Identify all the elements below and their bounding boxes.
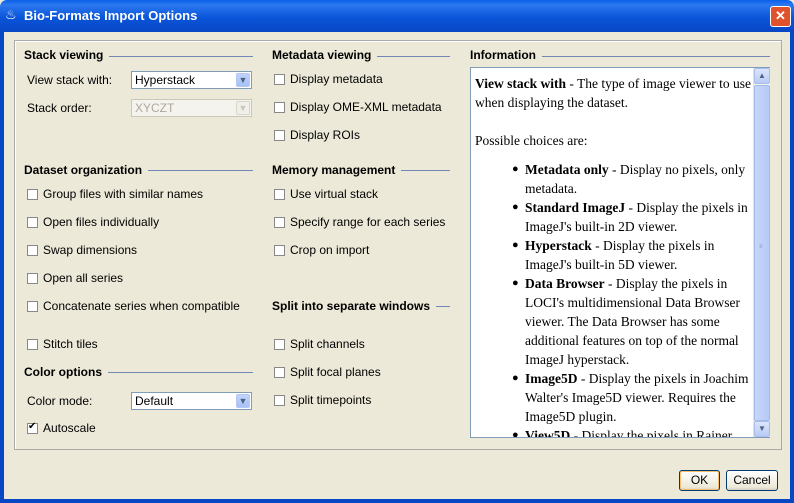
checkbox-box[interactable] (27, 188, 38, 200)
java-app-icon: ♨ (5, 7, 17, 22)
checkbox-box[interactable] (274, 188, 285, 200)
checkbox-group-files[interactable]: Group files with similar names (27, 187, 203, 201)
checkbox-label: Display OME-XML metadata (290, 100, 442, 114)
choice-name: Data Browser (525, 276, 605, 291)
checkbox-box[interactable] (274, 129, 285, 141)
scroll-down-icon[interactable]: ▼ (754, 421, 770, 437)
checkbox-split-channels[interactable]: Split channels (274, 337, 365, 351)
stack-order-value: XYCZT (135, 101, 175, 115)
checkbox-open-individually[interactable]: Open files individually (27, 215, 159, 229)
color-options-title: Color options (24, 365, 108, 379)
checkbox-box[interactable] (274, 366, 285, 378)
info-heading: View stack with (475, 76, 566, 91)
list-item: Metadata only - Display no pixels, only … (512, 160, 753, 198)
choice-name: Hyperstack (525, 238, 592, 253)
chevron-down-icon: ▼ (236, 394, 250, 408)
checkbox-box[interactable] (27, 338, 38, 350)
checkbox-box[interactable] (274, 338, 285, 350)
checkbox-label: Display metadata (290, 72, 383, 86)
checkbox-label: Concatenate series when compatible (43, 299, 240, 313)
checkbox-autoscale[interactable]: Autoscale (27, 421, 96, 435)
list-item: Standard ImageJ - Display the pixels in … (512, 198, 753, 236)
information-scrollbar[interactable]: ▲ ≡ ▼ (753, 68, 770, 437)
memory-title: Memory management (272, 163, 402, 177)
checkbox-swap-dimensions[interactable]: Swap dimensions (27, 243, 137, 257)
checkbox-concatenate-series[interactable]: Concatenate series when compatible (27, 299, 240, 313)
choice-name: View5D (525, 428, 571, 438)
chevron-down-icon: ▼ (236, 73, 250, 87)
scroll-up-icon[interactable]: ▲ (754, 68, 770, 84)
checkbox-display-metadata[interactable]: Display metadata (274, 72, 383, 86)
list-item: Data Browser - Display the pixels in LOC… (512, 274, 753, 369)
checkbox-box[interactable] (274, 394, 285, 406)
list-item: Image5D - Display the pixels in Joachim … (512, 369, 753, 426)
checkbox-label: Swap dimensions (43, 243, 138, 257)
window-frame-bottom (0, 499, 794, 503)
checkbox-label: Display ROIs (290, 128, 361, 142)
view-stack-label: View stack with: (27, 73, 113, 87)
checkbox-virtual-stack[interactable]: Use virtual stack (274, 187, 378, 201)
scrollbar-thumb[interactable]: ≡ (754, 85, 770, 421)
info-choices-list: Metadata only - Display no pixels, only … (475, 160, 753, 438)
checkbox-label: Specify range for each series (290, 215, 446, 229)
cancel-button[interactable]: Cancel (726, 470, 778, 491)
list-item: Hyperstack - Display the pixels in Image… (512, 236, 753, 274)
checkbox-label: Stitch tiles (43, 337, 98, 351)
choice-name: Metadata only (525, 162, 609, 177)
checkbox-split-timepoints[interactable]: Split timepoints (274, 393, 371, 407)
checkbox-box[interactable] (27, 272, 38, 284)
checkbox-box[interactable] (27, 216, 38, 228)
checkbox-crop-on-import[interactable]: Crop on import (274, 243, 369, 257)
checkbox-open-all-series[interactable]: Open all series (27, 271, 123, 285)
grip-icon: ≡ (759, 244, 763, 250)
checkbox-label: Group files with similar names (43, 187, 204, 201)
chevron-down-icon: ▼ (236, 101, 250, 115)
information-text-area[interactable]: View stack with - The type of image view… (470, 67, 770, 438)
checkbox-stitch-tiles[interactable]: Stitch tiles (27, 337, 98, 351)
information-title: Information (470, 48, 542, 62)
choice-name: Image5D (525, 371, 578, 386)
stack-order-select: XYCZT ▼ (131, 99, 252, 117)
window-frame-right (790, 32, 794, 503)
checkbox-split-focal-planes[interactable]: Split focal planes (274, 365, 381, 379)
checkbox-label: Open files individually (43, 215, 160, 229)
checkbox-specify-range[interactable]: Specify range for each series (274, 215, 445, 229)
checkbox-box[interactable] (274, 73, 285, 85)
choice-name: Standard ImageJ (525, 200, 626, 215)
metadata-viewing-title: Metadata viewing (272, 48, 378, 62)
checkbox-label: Autoscale (43, 421, 96, 435)
checkbox-label: Split channels (290, 337, 365, 351)
close-button[interactable]: ✕ (770, 6, 791, 27)
choice-desc: - Display the pixels in Rainer (570, 428, 733, 438)
stack-order-label: Stack order: (27, 101, 92, 115)
color-mode-label: Color mode: (27, 394, 93, 408)
checkbox-label: Use virtual stack (290, 187, 379, 201)
dataset-org-title: Dataset organization (24, 163, 149, 177)
view-stack-value: Hyperstack (135, 73, 196, 87)
checkbox-box[interactable] (27, 300, 38, 312)
info-paragraph: View stack with - The type of image view… (475, 74, 753, 112)
checkbox-label: Split timepoints (290, 393, 372, 407)
ok-button[interactable]: OK (679, 470, 720, 491)
view-stack-select[interactable]: Hyperstack ▼ (131, 71, 252, 89)
information-content: View stack with - The type of image view… (475, 74, 753, 438)
checkbox-label: Crop on import (290, 243, 370, 257)
list-item: View5D - Display the pixels in Rainer (512, 426, 753, 438)
color-mode-select[interactable]: Default ▼ (131, 392, 252, 410)
checkbox-box[interactable] (27, 244, 38, 256)
window-title: Bio-Formats Import Options (24, 8, 198, 23)
checkbox-box[interactable] (274, 216, 285, 228)
checkbox-box-checked[interactable] (27, 421, 38, 434)
split-title: Split into separate windows (272, 299, 437, 313)
color-mode-value: Default (135, 394, 174, 408)
window-frame-left (0, 32, 4, 503)
checkbox-display-rois[interactable]: Display ROIs (274, 128, 360, 142)
stack-viewing-title: Stack viewing (24, 48, 110, 62)
info-choices-intro: Possible choices are: (475, 133, 588, 148)
checkbox-box[interactable] (274, 244, 285, 256)
checkbox-label: Open all series (43, 271, 124, 285)
checkbox-display-omexml[interactable]: Display OME-XML metadata (274, 100, 442, 114)
checkbox-box[interactable] (274, 101, 285, 113)
checkbox-label: Split focal planes (290, 365, 381, 379)
